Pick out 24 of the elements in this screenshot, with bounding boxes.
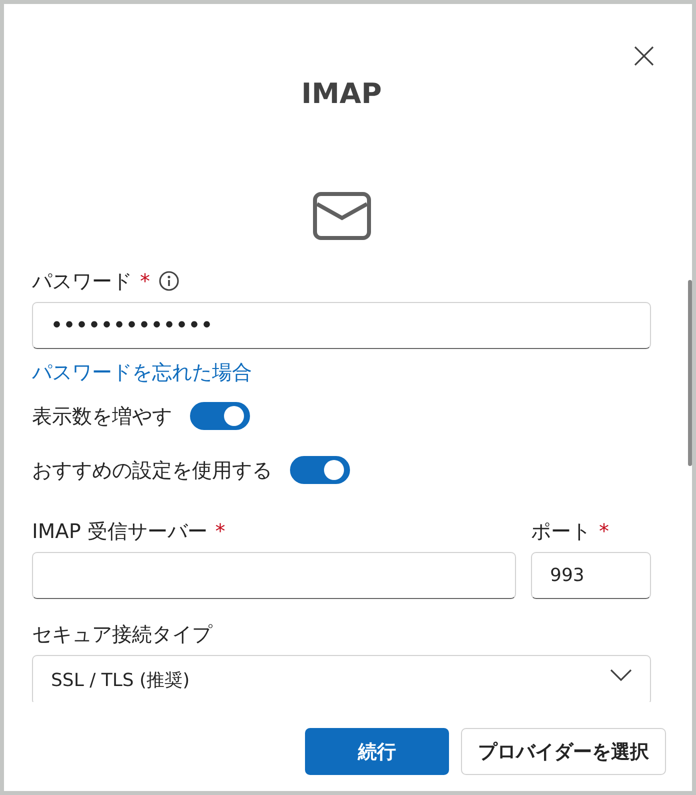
toggle-label: おすすめの設定を使用する xyxy=(32,456,272,484)
field-label: IMAP 受信サーバー xyxy=(32,518,208,544)
forgot-password-link[interactable]: パスワードを忘れた場合 xyxy=(32,359,252,386)
required-mark: * xyxy=(215,519,226,543)
field-label: ポート xyxy=(531,518,591,544)
server-field[interactable] xyxy=(32,552,516,599)
field-label: パスワード xyxy=(32,268,132,294)
toggle-label: 表示数を増やす xyxy=(32,402,172,430)
continue-button[interactable]: 続行 xyxy=(305,728,449,775)
required-mark: * xyxy=(599,519,609,543)
envelope-icon xyxy=(312,192,370,240)
toggle-switch[interactable] xyxy=(290,456,350,484)
field-label: セキュア接続タイプ xyxy=(32,620,212,648)
dialog-title: IMAP xyxy=(301,76,382,112)
scrollbar-thumb[interactable] xyxy=(688,280,692,466)
password-field[interactable]: ••••••••••••• xyxy=(32,302,651,349)
security-dropdown[interactable]: SSL / TLS (推奨) xyxy=(32,655,651,702)
required-mark: * xyxy=(140,269,150,293)
port-field[interactable]: 993 xyxy=(531,552,651,599)
toggle-switch[interactable] xyxy=(190,402,250,430)
info-icon[interactable] xyxy=(158,270,180,292)
chevron-down-icon xyxy=(610,668,632,682)
choose-provider-button[interactable]: プロバイダーを選択 xyxy=(461,728,666,775)
close-icon[interactable] xyxy=(632,44,656,68)
